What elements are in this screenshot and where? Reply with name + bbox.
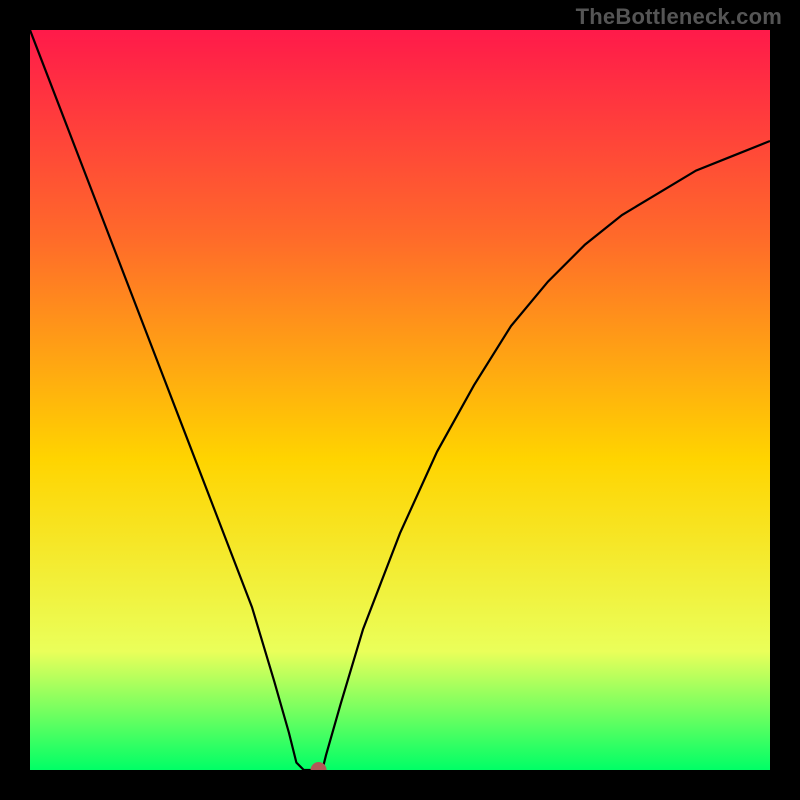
gradient-background xyxy=(30,30,770,770)
watermark-text: TheBottleneck.com xyxy=(576,4,782,30)
chart-svg xyxy=(30,30,770,770)
chart-plot xyxy=(30,30,770,770)
chart-frame: TheBottleneck.com xyxy=(0,0,800,800)
